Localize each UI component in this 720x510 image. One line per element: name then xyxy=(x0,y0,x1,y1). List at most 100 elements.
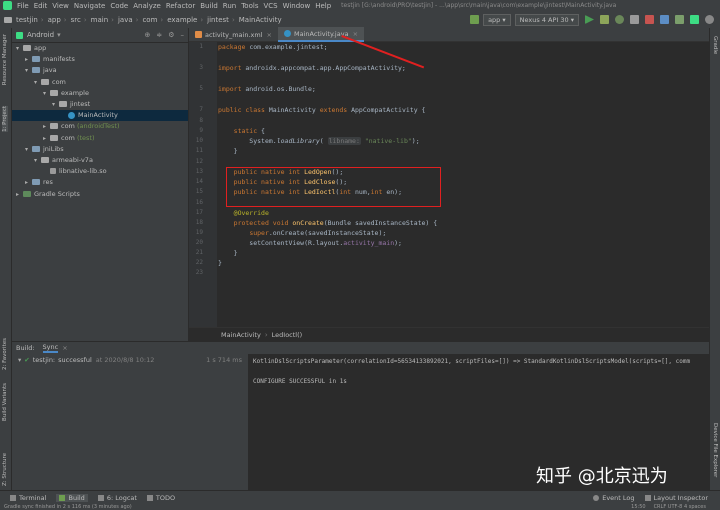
avd-manager-icon[interactable] xyxy=(675,15,684,24)
debug-icon[interactable] xyxy=(615,15,624,24)
folder-icon xyxy=(32,145,40,152)
tree-item-label: com xyxy=(61,122,75,131)
tool-layout-inspector[interactable]: Layout Inspector xyxy=(644,494,708,502)
chevron-right-icon[interactable]: ▸ xyxy=(43,121,50,132)
list-icon xyxy=(146,495,153,501)
menu-analyze[interactable]: Analyze xyxy=(133,2,161,10)
tool-structure[interactable]: Z: Structure xyxy=(2,453,8,486)
crumb-mainactivity[interactable]: MainActivity xyxy=(239,16,282,24)
tree-item[interactable]: ▾ example xyxy=(12,88,188,99)
chevron-right-icon[interactable]: ▸ xyxy=(16,189,23,200)
chevron-down-icon[interactable]: ▾ xyxy=(34,155,41,166)
hammer-icon[interactable] xyxy=(470,15,480,24)
close-icon[interactable]: × xyxy=(62,344,67,352)
tool-favorites[interactable]: 2: Favorites xyxy=(2,338,8,370)
tool-device-file-explorer[interactable]: Device File Explorer xyxy=(712,423,718,477)
profile-icon[interactable] xyxy=(630,15,639,24)
crumb-jintest[interactable]: jintest xyxy=(207,16,229,24)
tool-event-log[interactable]: Event Log xyxy=(593,494,635,502)
chevron-right-icon[interactable]: ▸ xyxy=(25,177,32,188)
menu-navigate[interactable]: Navigate xyxy=(74,2,105,10)
breadcrumb-class[interactable]: MainActivity xyxy=(221,331,261,339)
build-sync-tab[interactable]: Sync xyxy=(42,343,59,353)
chevron-down-icon[interactable]: ▾ xyxy=(34,77,41,88)
tool-gradle[interactable]: Gradle xyxy=(712,36,718,54)
caret-position[interactable]: 15:50 xyxy=(631,504,645,510)
tree-item[interactable]: ▾ armeabi-v7a xyxy=(12,155,188,166)
breadcrumb-method[interactable]: LedIoctl() xyxy=(272,331,303,339)
chevron-right-icon[interactable]: ▸ xyxy=(43,133,50,144)
chevron-down-icon[interactable]: ▾ xyxy=(52,99,59,110)
tool-todo[interactable]: TODO xyxy=(146,494,175,502)
tool-logcat[interactable]: 6: Logcat xyxy=(97,494,137,502)
project-view-select[interactable]: Android xyxy=(27,31,54,39)
tree-item[interactable]: ▸ com (test) xyxy=(12,133,188,144)
tool-terminal[interactable]: Terminal xyxy=(10,494,46,502)
line-number: 3 xyxy=(199,64,203,71)
chevron-down-icon[interactable]: ▾ xyxy=(43,88,50,99)
tool-build-variants[interactable]: Build Variants xyxy=(2,383,8,421)
search-icon[interactable] xyxy=(705,15,714,24)
tree-item[interactable]: ▾ com xyxy=(12,77,188,88)
tree-item[interactable]: ▾ jintest xyxy=(12,99,188,110)
tree-item[interactable]: libnative-lib.so xyxy=(12,166,188,177)
build-log-line: CONFIGURE SUCCESSFUL in 1s xyxy=(253,378,347,385)
collapse-icon[interactable]: ≑ xyxy=(156,31,162,39)
crumb-java[interactable]: java xyxy=(118,16,133,24)
menu-window[interactable]: Window xyxy=(283,2,311,10)
crumb-com[interactable]: com xyxy=(142,16,157,24)
build-header: Build: Sync × xyxy=(12,342,709,354)
tree-item[interactable]: ▾ app xyxy=(12,43,188,54)
chevron-down-icon[interactable]: ▾ xyxy=(57,31,61,39)
close-icon[interactable]: × xyxy=(353,30,358,38)
tree-item-label: MainActivity xyxy=(78,111,118,120)
crumb-main[interactable]: main xyxy=(91,16,109,24)
menu-tools[interactable]: Tools xyxy=(241,2,258,10)
hide-icon[interactable]: – xyxy=(181,31,185,39)
tool-project[interactable]: 1: Project xyxy=(2,106,8,132)
tree-item[interactable]: ▸ com (androidTest) xyxy=(12,121,188,132)
tree-item[interactable]: ▾ jniLibs xyxy=(12,144,188,155)
run-config-select[interactable]: app ▾ xyxy=(483,13,511,26)
tree-item[interactable]: ▾ java xyxy=(12,65,188,76)
device-select[interactable]: Nexus 4 API 30 ▾ xyxy=(514,13,579,26)
line-number: 17 xyxy=(195,209,203,216)
menu-help[interactable]: Help xyxy=(315,2,331,10)
menu-edit[interactable]: Edit xyxy=(34,2,48,10)
menu-refactor[interactable]: Refactor xyxy=(166,2,195,10)
chevron-down-icon[interactable]: ▾ xyxy=(16,43,23,54)
menu-file[interactable]: File xyxy=(17,2,29,10)
sync-gradle-icon[interactable] xyxy=(660,15,669,24)
menu-view[interactable]: View xyxy=(52,2,69,10)
menu-run[interactable]: Run xyxy=(223,2,236,10)
tree-item[interactable]: ▸ Gradle Scripts xyxy=(12,189,188,200)
build-result-item[interactable]: ▾ ✔ testjin: successful at 2020/8/8 10:1… xyxy=(12,354,248,366)
crumb-src[interactable]: src xyxy=(71,16,81,24)
chevron-down-icon[interactable]: ▾ xyxy=(18,356,21,364)
close-icon[interactable]: × xyxy=(267,31,272,39)
chevron-down-icon[interactable]: ▾ xyxy=(25,65,32,76)
crumb-example[interactable]: example xyxy=(167,16,197,24)
crumb-app[interactable]: app xyxy=(48,16,61,24)
apply-changes-icon[interactable] xyxy=(600,15,609,24)
tool-build[interactable]: Build xyxy=(56,494,88,502)
stop-icon[interactable] xyxy=(645,15,654,24)
tree-item[interactable]: MainActivity xyxy=(12,110,188,122)
chevron-right-icon[interactable]: ▸ xyxy=(25,54,32,65)
sdk-manager-icon[interactable] xyxy=(690,15,699,24)
tree-item[interactable]: ▸ manifests xyxy=(12,54,188,65)
menu-build[interactable]: Build xyxy=(200,2,218,10)
file-encoding[interactable]: CRLF UTF-8 4 spaces xyxy=(654,504,706,510)
tool-resource-manager[interactable]: Resource Manager xyxy=(2,34,8,85)
chevron-down-icon[interactable]: ▾ xyxy=(25,144,32,155)
locate-icon[interactable]: ⊕ xyxy=(144,31,150,39)
crumb-project[interactable]: testjin xyxy=(16,16,38,24)
folder-icon xyxy=(32,56,40,63)
watermark-text: 知乎 @北京迅为 xyxy=(536,466,668,487)
tree-item[interactable]: ▸ res xyxy=(12,177,188,188)
menu-vcs[interactable]: VCS xyxy=(263,2,277,10)
menu-code[interactable]: Code xyxy=(110,2,128,10)
tab-activity-main-xml[interactable]: activity_main.xml × xyxy=(189,28,278,41)
run-icon[interactable] xyxy=(585,15,594,24)
gear-icon[interactable]: ⚙ xyxy=(168,31,174,39)
